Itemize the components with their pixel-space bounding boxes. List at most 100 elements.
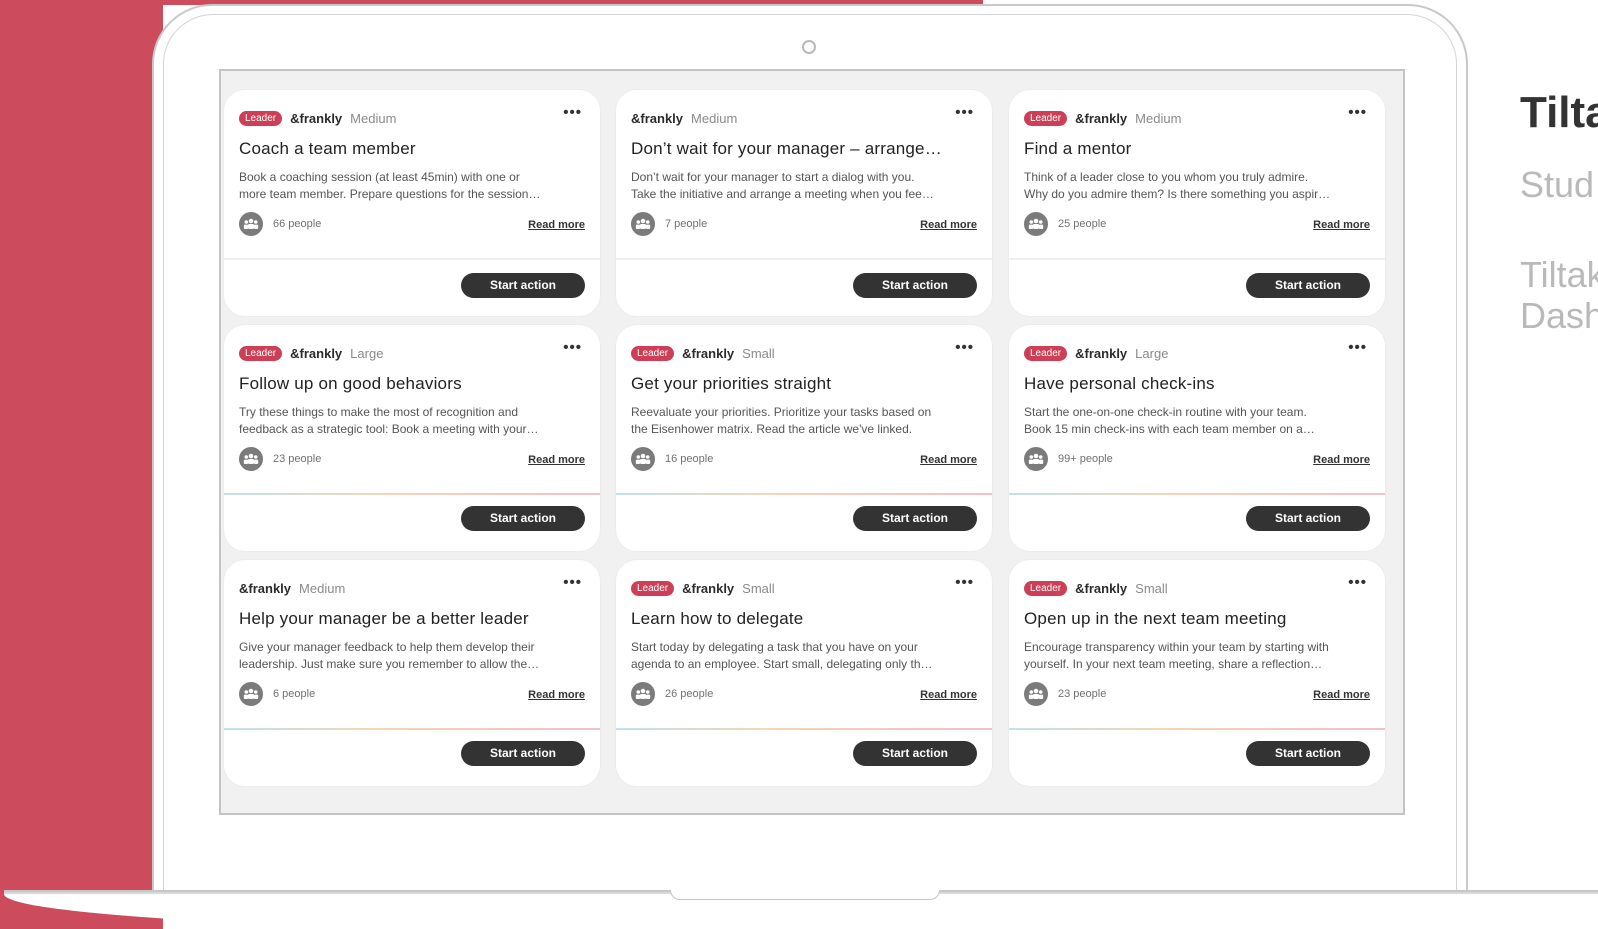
card-description: Encourage transparency within your team … [1024,639,1374,673]
description-line: Start today by delegating a task that yo… [631,640,918,654]
side-title: Tilta [1520,88,1598,137]
card-title: Help your manager be a better leader [239,609,529,628]
size-label: Large [350,345,384,361]
people-icon [239,447,263,471]
people-count: 7 people [665,218,708,230]
side-text: Tiltak Dash [1520,254,1598,336]
read-more-link[interactable]: Read more [528,689,585,701]
people-icon [1024,682,1048,706]
card-title: Find a mentor [1024,139,1132,158]
people-icon [631,682,655,706]
people-count: 25 people [1058,218,1107,230]
action-card[interactable]: Leader &frankly Medium ••• Find a mentor Thin… [1008,89,1386,317]
brand-label: &frankly [290,110,343,126]
card-body: &frankly Medium ••• Help your manager be a … [224,560,600,726]
size-label: Small [742,580,775,596]
more-options-icon[interactable]: ••• [563,104,582,121]
people-count: 66 people [273,218,322,230]
size-label: Medium [1135,110,1182,126]
leader-badge: Leader [1024,110,1068,126]
action-card[interactable]: &frankly Medium ••• Help your manager be a … [223,559,601,787]
more-options-icon[interactable]: ••• [955,574,974,591]
card-body: Leader &frankly Large ••• Have personal chec… [1009,325,1385,491]
description-line: Book a coaching session (at least 45min)… [239,170,520,184]
read-more-link[interactable]: Read more [1313,454,1370,466]
card-footer: Start action [224,493,600,551]
people-count: 26 people [665,688,714,700]
description-line: agenda to an employee. Start small, dele… [631,657,933,671]
card-footer: Start action [224,728,600,786]
card-footer: Start action [1009,493,1385,551]
start-action-button[interactable]: Start action [853,273,977,298]
people-count: 23 people [1058,688,1107,700]
app-screen: Leader &frankly Medium ••• Coach a team memb… [219,69,1405,815]
more-options-icon[interactable]: ••• [1348,574,1367,591]
action-card[interactable]: Leader &frankly Medium ••• Coach a team memb… [223,89,601,317]
more-options-icon[interactable]: ••• [563,574,582,591]
brand-label: &frankly [290,345,343,361]
action-card[interactable]: Leader &frankly Small ••• Open up in the nex… [1008,559,1386,787]
card-footer: Start action [616,258,992,316]
read-more-link[interactable]: Read more [528,454,585,466]
brand-label: &frankly [239,580,292,596]
card-body: Leader &frankly Small ••• Get your prioritie… [616,325,992,491]
description-line: feedback as a strategic tool: Book a mee… [239,422,539,436]
more-options-icon[interactable]: ••• [955,104,974,121]
card-title: Coach a team member [239,139,416,158]
action-card[interactable]: Leader &frankly Small ••• Get your prioritie… [615,324,993,552]
description-line: Take the initiative and arrange a meetin… [631,187,934,201]
description-line: yourself. In your next team meeting, sha… [1024,657,1323,671]
people-count: 16 people [665,453,714,465]
card-meta: Leader &frankly Small [631,345,775,361]
card-meta: Leader &frankly Large [239,345,383,361]
description-line: Think of a leader close to you whom you … [1024,170,1309,184]
start-action-button[interactable]: Start action [461,506,585,531]
description-line: the Eisenhower matrix. Read the article … [631,422,913,436]
people-icon [239,682,263,706]
read-more-link[interactable]: Read more [1313,219,1370,231]
action-card[interactable]: &frankly Medium ••• Don’t wait for your man… [615,89,993,317]
brand-label: &frankly [1075,110,1128,126]
description-line: leadership. Just make sure you remember … [239,657,540,671]
more-options-icon[interactable]: ••• [563,339,582,356]
more-options-icon[interactable]: ••• [1348,104,1367,121]
brand-label: &frankly [682,580,735,596]
people-icon [1024,212,1048,236]
card-body: Leader &frankly Small ••• Learn how to deleg… [616,560,992,726]
start-action-button[interactable]: Start action [1246,741,1370,766]
card-meta: Leader &frankly Medium [1024,110,1181,126]
start-action-button[interactable]: Start action [853,741,977,766]
brand-label: &frankly [1075,580,1128,596]
start-action-button[interactable]: Start action [1246,506,1370,531]
card-body: Leader &frankly Small ••• Open up in the nex… [1009,560,1385,726]
start-action-button[interactable]: Start action [461,273,585,298]
read-more-link[interactable]: Read more [920,689,977,701]
card-footer: Start action [616,493,992,551]
leader-badge: Leader [1024,580,1068,596]
start-action-button[interactable]: Start action [461,741,585,766]
start-action-button[interactable]: Start action [853,506,977,531]
card-body: &frankly Medium ••• Don’t wait for your man… [616,90,992,256]
more-options-icon[interactable]: ••• [1348,339,1367,356]
size-label: Medium [691,110,738,126]
card-body: Leader &frankly Medium ••• Find a mentor Thin… [1009,90,1385,256]
start-action-button[interactable]: Start action [1246,273,1370,298]
read-more-link[interactable]: Read more [920,219,977,231]
action-card[interactable]: Leader &frankly Large ••• Follow up on good … [223,324,601,552]
size-label: Small [742,345,775,361]
action-card[interactable]: Leader &frankly Small ••• Learn how to deleg… [615,559,993,787]
read-more-link[interactable]: Read more [1313,689,1370,701]
more-options-icon[interactable]: ••• [955,339,974,356]
card-description: Don’t wait for your manager to start a d… [631,169,981,203]
description-line: Start the one-on-one check-in routine wi… [1024,405,1307,419]
side-text-line: Tiltak [1520,254,1598,295]
read-more-link[interactable]: Read more [920,454,977,466]
read-more-link[interactable]: Read more [528,219,585,231]
people-count: 99+ people [1058,453,1113,465]
card-meta: Leader &frankly Small [1024,580,1168,596]
action-card[interactable]: Leader &frankly Large ••• Have personal chec… [1008,324,1386,552]
laptop-notch [670,890,940,900]
size-label: Medium [299,580,346,596]
card-meta: &frankly Medium [631,110,737,126]
card-footer: Start action [224,258,600,316]
